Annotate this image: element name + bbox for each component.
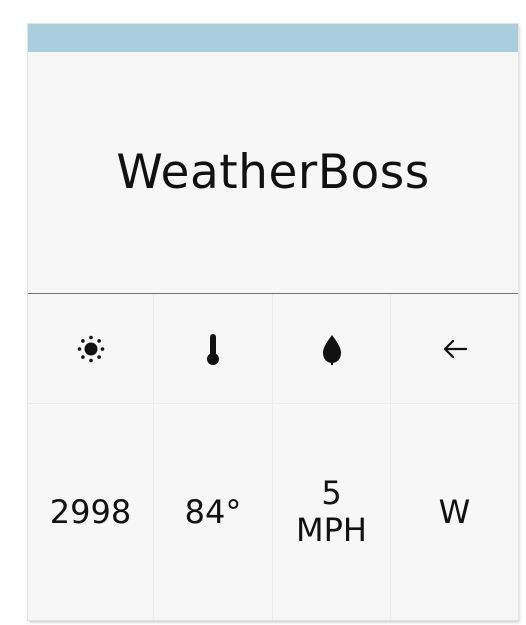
sun-icon [76, 334, 106, 364]
stat-temperature-cell: 84° [154, 404, 273, 620]
wind-direction-value: W [438, 492, 471, 531]
arrow-left-icon [442, 338, 468, 360]
stat-wind-direction-cell: W [391, 404, 518, 620]
stat-wind-speed-icon-cell [273, 294, 391, 404]
stat-wind-direction-icon-cell [391, 294, 518, 404]
thermometer-icon [203, 332, 223, 366]
stats-grid: 2998 84° 5 MPH W [28, 294, 518, 620]
wind-speed-value: 5 MPH [296, 474, 367, 549]
stat-wind-speed-cell: 5 MPH [273, 404, 391, 620]
header: WeatherBoss [28, 52, 518, 294]
app-title: WeatherBoss [116, 145, 430, 200]
stat-sun-icon-cell [28, 294, 154, 404]
temperature-value: 84° [184, 492, 242, 531]
stat-sun-cell: 2998 [28, 404, 154, 620]
drop-icon [320, 333, 344, 365]
weather-card: WeatherBoss 2998 84° 5 MPH W [28, 24, 518, 620]
stat-temperature-icon-cell [154, 294, 273, 404]
sun-value: 2998 [49, 492, 132, 531]
accent-bar [28, 24, 518, 52]
